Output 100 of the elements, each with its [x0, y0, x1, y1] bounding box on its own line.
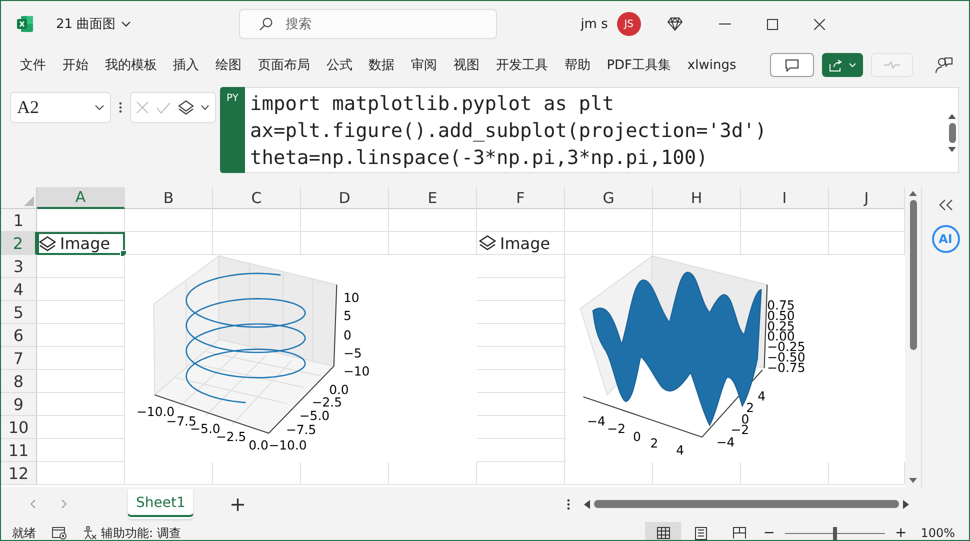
x-tick-label: −2	[607, 421, 626, 436]
accessibility-button[interactable]: 辅助功能: 调查	[83, 524, 181, 540]
ribbon-tab[interactable]: PDF工具集	[598, 56, 680, 74]
zoom-percentage[interactable]: 100%	[920, 526, 955, 540]
column-header[interactable]: C	[213, 187, 301, 209]
user-avatar[interactable]: JS	[616, 12, 641, 36]
page-break-icon	[732, 527, 746, 539]
scrollbar-thumb[interactable]	[910, 200, 916, 350]
grid-cell[interactable]	[389, 209, 477, 232]
column-header[interactable]: E	[389, 187, 477, 209]
scroll-left-icon	[584, 500, 590, 508]
sheet-tab[interactable]: Sheet1	[128, 489, 194, 519]
ribbon-tab[interactable]: 帮助	[556, 56, 598, 74]
grid-cell[interactable]	[565, 209, 653, 232]
ribbon-tab[interactable]: 审阅	[403, 56, 446, 74]
ribbon-tab[interactable]: 插入	[165, 56, 208, 74]
row-header[interactable]: 7	[1, 347, 37, 370]
scroll-down-icon	[948, 147, 956, 152]
zoom-in-button[interactable]: +	[894, 525, 907, 540]
x-tick-label: −10.0	[136, 404, 175, 419]
y-tick-label: −4	[716, 434, 735, 450]
diamond-icon[interactable]	[666, 17, 683, 31]
y-tick-label: −2.5	[312, 394, 342, 410]
previous-sheet-icon[interactable]	[30, 499, 36, 509]
ribbon-tab[interactable]: 我的模板	[96, 56, 165, 74]
row-header[interactable]: 11	[1, 439, 37, 462]
next-sheet-icon[interactable]	[61, 499, 67, 509]
ribbon-tab[interactable]: 公式	[318, 56, 360, 74]
formula-field[interactable]: import matplotlib.pyplot as plt ax=plt.figure().add_subplot(projection='3d') theta=np.linspace(-3*np.pi,3*np.pi,100)	[245, 87, 959, 173]
grid-cell[interactable]	[37, 462, 125, 485]
row-header[interactable]: 8	[1, 370, 37, 393]
ribbon-tab[interactable]: 开始	[54, 56, 96, 74]
new-sheet-button[interactable]: +	[229, 492, 246, 516]
minimize-icon[interactable]	[718, 23, 731, 25]
grid-cell[interactable]	[213, 209, 301, 232]
image-cell[interactable]: Image	[477, 232, 565, 255]
column-header[interactable]: D	[301, 187, 389, 209]
row-header[interactable]: 12	[1, 462, 37, 485]
image-cell[interactable]: Image	[37, 232, 125, 255]
close-icon[interactable]	[814, 18, 825, 30]
file-name-menu[interactable]: 21 曲面图	[56, 15, 131, 33]
horizontal-scrollbar[interactable]	[584, 500, 909, 508]
comments-button[interactable]	[770, 53, 814, 77]
share-button[interactable]	[822, 53, 863, 77]
column-header[interactable]: G	[565, 187, 653, 209]
y-tick-label: 2	[746, 400, 754, 416]
grid-cell[interactable]	[125, 209, 213, 232]
column-header[interactable]: F	[477, 187, 565, 209]
person-chat-icon[interactable]	[935, 56, 953, 74]
scroll-up-icon	[909, 191, 917, 196]
check-icon[interactable]	[156, 102, 171, 114]
column-header[interactable]: A	[37, 187, 125, 209]
column-header[interactable]: I	[741, 187, 829, 209]
grid-cell[interactable]	[741, 209, 829, 232]
z-tick-label: 5	[343, 308, 352, 324]
zoom-out-button[interactable]: −	[763, 525, 775, 540]
ribbon-tab[interactable]: xlwings	[679, 58, 744, 72]
ribbon-tab[interactable]: 页面布局	[250, 56, 318, 74]
layers-icon[interactable]	[178, 100, 194, 116]
python-badge: PY	[220, 87, 245, 173]
z-tick-label: −10	[343, 364, 370, 379]
cancel-icon[interactable]	[136, 101, 149, 114]
select-all-corner[interactable]	[1, 187, 37, 209]
name-box[interactable]: A2	[10, 92, 111, 123]
zoom-slider-thumb[interactable]	[832, 526, 837, 540]
ribbon-tab[interactable]: 绘图	[208, 56, 250, 74]
row-header[interactable]: 5	[1, 301, 37, 324]
row-header[interactable]: 10	[1, 416, 37, 439]
row-header[interactable]: 3	[1, 255, 37, 278]
ribbon-tab[interactable]: 文件	[12, 56, 54, 74]
ribbon-tab[interactable]: 开发工具	[488, 56, 556, 74]
grid-cell[interactable]	[653, 209, 741, 232]
more-icon[interactable]	[119, 102, 122, 113]
row-header[interactable]: 4	[1, 278, 37, 301]
ribbon-tab[interactable]: 数据	[360, 56, 403, 74]
grid-cell[interactable]	[477, 209, 565, 232]
grid-cell[interactable]	[301, 209, 389, 232]
collapse-icon[interactable]	[938, 199, 952, 211]
row-header[interactable]: 6	[1, 324, 37, 347]
grid-cell[interactable]	[477, 462, 565, 485]
scrollbar-thumb[interactable]	[948, 123, 956, 143]
row-header[interactable]: 2	[1, 232, 37, 255]
chevron-down-icon[interactable]	[201, 105, 209, 110]
grid-cell[interactable]	[37, 209, 125, 232]
normal-view-button[interactable]	[645, 522, 682, 540]
column-header[interactable]: H	[653, 187, 741, 209]
row-header[interactable]: 1	[1, 209, 37, 232]
ribbon-tab[interactable]: 视图	[446, 56, 488, 74]
row-header[interactable]: 9	[1, 393, 37, 416]
maximize-icon[interactable]	[766, 18, 778, 30]
z-tick-label: −5	[343, 346, 362, 361]
column-header[interactable]: B	[125, 187, 213, 209]
column-header[interactable]: J	[829, 187, 905, 209]
macro-record-icon[interactable]	[52, 526, 67, 540]
search-field[interactable]: 搜索	[238, 9, 497, 39]
code-line: import matplotlib.pyplot as plt	[250, 91, 615, 117]
activity-button[interactable]	[871, 53, 913, 77]
more-icon[interactable]	[567, 498, 570, 510]
scrollbar-thumb[interactable]	[594, 500, 899, 508]
y-tick-label: −5.0	[299, 408, 330, 423]
